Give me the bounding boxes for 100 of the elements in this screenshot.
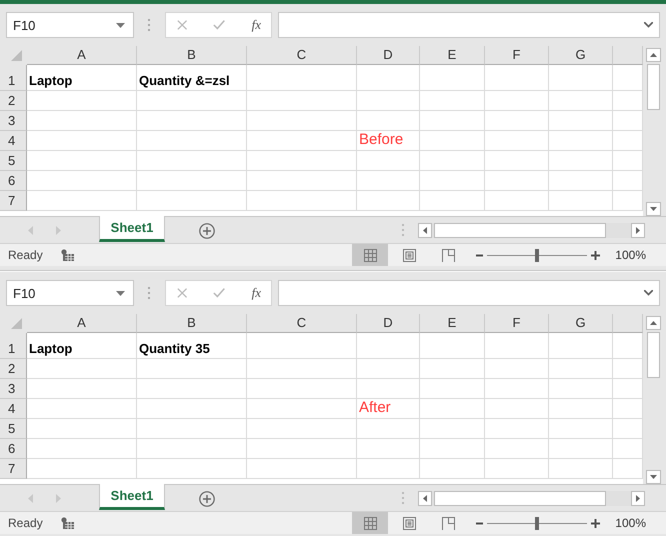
- table-cell[interactable]: [613, 419, 643, 439]
- table-cell[interactable]: [549, 91, 613, 111]
- table-cell[interactable]: [357, 419, 420, 439]
- scroll-down-icon[interactable]: [646, 470, 661, 484]
- table-cell[interactable]: [549, 151, 613, 171]
- column-header[interactable]: A: [27, 314, 137, 333]
- formula-input[interactable]: [278, 280, 660, 306]
- table-cell[interactable]: [247, 359, 357, 379]
- table-cell[interactable]: [420, 333, 485, 359]
- table-cell[interactable]: [247, 379, 357, 399]
- scroll-up-icon[interactable]: [646, 316, 661, 330]
- row-header[interactable]: 3: [0, 379, 27, 399]
- row-header[interactable]: 5: [0, 151, 27, 171]
- insert-function-button[interactable]: fx: [252, 17, 261, 33]
- horizontal-scrollbar[interactable]: [418, 223, 645, 238]
- table-cell[interactable]: [357, 151, 420, 171]
- table-cell[interactable]: [613, 65, 643, 91]
- table-cell[interactable]: [357, 333, 420, 359]
- table-cell[interactable]: [613, 111, 643, 131]
- table-cell[interactable]: [27, 111, 137, 131]
- scroll-thumb[interactable]: [647, 332, 660, 378]
- table-cell[interactable]: Quantity 35: [137, 333, 247, 359]
- table-cell[interactable]: [27, 399, 137, 419]
- table-cell[interactable]: [137, 359, 247, 379]
- table-cell[interactable]: [357, 111, 420, 131]
- table-cell[interactable]: [27, 91, 137, 111]
- table-cell[interactable]: [613, 151, 643, 171]
- column-header[interactable]: F: [485, 46, 549, 65]
- expand-caret-icon[interactable]: [644, 290, 653, 296]
- row-header[interactable]: 2: [0, 91, 27, 111]
- previous-sheet-icon[interactable]: [28, 494, 34, 503]
- formula-input[interactable]: [278, 12, 660, 38]
- expand-caret-icon[interactable]: [644, 22, 653, 28]
- close-icon[interactable]: [177, 287, 188, 299]
- table-cell[interactable]: [27, 419, 137, 439]
- table-cell[interactable]: [613, 91, 643, 111]
- table-cell[interactable]: Laptop: [27, 65, 137, 91]
- table-cell[interactable]: [247, 171, 357, 191]
- table-cell[interactable]: [420, 399, 485, 419]
- scroll-thumb[interactable]: [647, 64, 660, 110]
- zoom-in-icon[interactable]: [591, 250, 600, 260]
- scroll-right-icon[interactable]: [631, 223, 645, 238]
- table-cell[interactable]: [27, 171, 137, 191]
- table-cell[interactable]: Laptop: [27, 333, 137, 359]
- table-cell[interactable]: [485, 359, 549, 379]
- table-cell[interactable]: [27, 131, 137, 151]
- table-cell[interactable]: [485, 191, 549, 211]
- vertical-scrollbar[interactable]: [645, 46, 662, 216]
- row-header[interactable]: 4: [0, 131, 27, 151]
- table-cell[interactable]: [420, 131, 485, 151]
- name-box[interactable]: F10: [6, 12, 134, 38]
- table-cell[interactable]: [357, 91, 420, 111]
- table-cell[interactable]: [549, 171, 613, 191]
- table-cell[interactable]: [137, 399, 247, 419]
- table-cell[interactable]: [485, 419, 549, 439]
- table-cell[interactable]: [613, 399, 643, 419]
- table-cell[interactable]: [485, 459, 549, 479]
- slider-thumb[interactable]: [535, 516, 540, 530]
- table-cell[interactable]: [613, 459, 643, 479]
- column-header[interactable]: E: [420, 46, 485, 65]
- table-cell[interactable]: [420, 419, 485, 439]
- table-cell[interactable]: [247, 191, 357, 211]
- column-header[interactable]: D: [357, 46, 420, 65]
- table-cell[interactable]: [549, 359, 613, 379]
- close-icon[interactable]: [177, 19, 188, 31]
- column-header[interactable]: G: [549, 46, 613, 65]
- table-cell[interactable]: [549, 399, 613, 419]
- table-cell[interactable]: [247, 131, 357, 151]
- table-cell[interactable]: [420, 459, 485, 479]
- table-cell[interactable]: [247, 65, 357, 91]
- row-header[interactable]: 5: [0, 419, 27, 439]
- table-cell[interactable]: [613, 191, 643, 211]
- table-cell[interactable]: [137, 439, 247, 459]
- table-cell[interactable]: [137, 131, 247, 151]
- table-cell[interactable]: [247, 399, 357, 419]
- horizontal-scrollbar[interactable]: [418, 491, 645, 506]
- column-header[interactable]: C: [247, 314, 357, 333]
- table-cell[interactable]: [420, 171, 485, 191]
- table-cell[interactable]: [613, 379, 643, 399]
- table-cell[interactable]: [27, 459, 137, 479]
- table-cell[interactable]: [549, 65, 613, 91]
- table-cell[interactable]: [247, 151, 357, 171]
- table-cell[interactable]: [420, 91, 485, 111]
- column-header[interactable]: F: [485, 314, 549, 333]
- slider-thumb[interactable]: [535, 248, 540, 262]
- table-cell[interactable]: [137, 91, 247, 111]
- table-cell[interactable]: [357, 191, 420, 211]
- add-sheet-icon[interactable]: [199, 223, 215, 239]
- column-header[interactable]: D: [357, 314, 420, 333]
- macro-recording-icon[interactable]: [60, 249, 74, 261]
- next-sheet-icon[interactable]: [56, 494, 62, 503]
- dropdown-caret-icon[interactable]: [116, 290, 125, 296]
- row-header[interactable]: 1: [0, 65, 27, 91]
- row-header[interactable]: 1: [0, 333, 27, 359]
- vertical-scrollbar[interactable]: [645, 314, 662, 484]
- column-header[interactable]: B: [137, 314, 247, 333]
- table-cell[interactable]: [357, 65, 420, 91]
- table-cell[interactable]: [27, 359, 137, 379]
- column-header[interactable]: A: [27, 46, 137, 65]
- table-cell[interactable]: [247, 459, 357, 479]
